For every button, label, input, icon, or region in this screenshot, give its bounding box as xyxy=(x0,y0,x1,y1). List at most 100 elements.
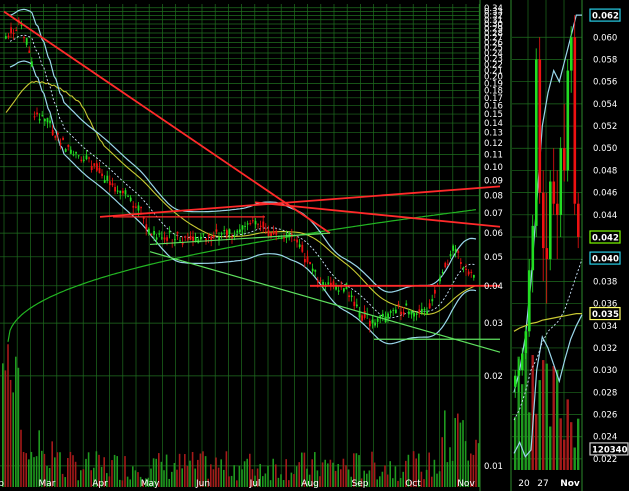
volume-bar xyxy=(82,469,85,487)
volume-bar xyxy=(524,353,527,470)
volume-bar xyxy=(381,471,384,487)
candle-body xyxy=(467,271,470,275)
y-tick-label: 0.09 xyxy=(484,176,503,186)
x-tick-label: Apr xyxy=(92,479,108,489)
volume-bar xyxy=(269,480,272,487)
volume-bar xyxy=(563,439,566,470)
y-tick-label: 0.13 xyxy=(484,129,503,139)
candle-body xyxy=(389,311,392,313)
candle-body xyxy=(158,233,161,235)
volume-bar xyxy=(277,477,280,487)
candle-body xyxy=(179,240,181,242)
volume-bar xyxy=(4,370,7,487)
y-tick-label: 0.044 xyxy=(593,211,617,221)
volume-bar xyxy=(223,469,225,487)
candle-body xyxy=(44,118,46,122)
candle-body xyxy=(317,280,319,283)
candle-body xyxy=(77,155,80,157)
volume-bar xyxy=(191,451,194,487)
volume-bar xyxy=(74,461,77,487)
candle-body xyxy=(129,197,132,202)
candle-body xyxy=(187,238,189,240)
candle-body xyxy=(395,309,397,314)
candle-body xyxy=(41,115,44,117)
candle-body xyxy=(119,190,122,194)
candle-body xyxy=(473,274,475,278)
candle-body xyxy=(535,59,538,226)
y-tick-label: 0.10 xyxy=(484,163,503,173)
candle-body xyxy=(426,311,428,314)
volume-bar xyxy=(462,420,464,487)
volume-bar xyxy=(165,454,168,487)
x-tick-label: Nov xyxy=(457,479,475,489)
candle-body xyxy=(272,231,275,235)
volume-bar xyxy=(210,464,212,487)
candle-body xyxy=(90,165,93,171)
candle-body xyxy=(283,237,285,239)
candle-body xyxy=(28,50,31,53)
y-tick-label: 0.030 xyxy=(593,366,617,376)
candle-body xyxy=(298,244,301,248)
candle-body xyxy=(223,229,226,231)
candle-body xyxy=(457,251,460,253)
candle-body xyxy=(408,311,410,315)
volume-bar xyxy=(295,466,298,487)
volume-bar xyxy=(267,465,269,487)
volume-bar xyxy=(30,451,33,487)
y-tick-label: 0.038 xyxy=(593,277,617,287)
candle-body xyxy=(122,190,124,194)
candle-body xyxy=(280,237,283,239)
candle-body xyxy=(402,312,405,315)
candle-body xyxy=(93,163,96,166)
volume-bar xyxy=(186,466,189,487)
candle-body xyxy=(566,70,570,171)
candle-body xyxy=(166,237,168,241)
candle-body xyxy=(64,149,67,152)
volume-bar xyxy=(298,462,300,487)
volume-bar xyxy=(293,474,295,487)
candle-body xyxy=(421,308,423,313)
volume-bar xyxy=(397,480,399,487)
volume-bar xyxy=(342,458,345,487)
candle-body xyxy=(202,233,205,235)
volume-bar xyxy=(573,447,576,470)
volume-bar xyxy=(212,469,215,487)
volume-bar xyxy=(425,469,428,487)
candle-body xyxy=(116,190,119,192)
volume-bar xyxy=(290,472,293,487)
volume-bar xyxy=(340,469,342,487)
candle-body xyxy=(434,289,436,294)
y-tick-label: 0.028 xyxy=(593,388,617,398)
volume-bar xyxy=(386,474,389,487)
candle-body xyxy=(363,311,366,318)
volume-bar xyxy=(542,360,545,470)
volume-bar xyxy=(178,453,181,487)
volume-bar xyxy=(233,465,235,487)
volume-bar xyxy=(184,454,186,487)
candle-body xyxy=(12,33,15,35)
candle-body xyxy=(46,117,49,123)
candle-body xyxy=(7,35,10,38)
candle-body xyxy=(54,135,57,138)
volume-bar xyxy=(285,459,287,487)
volume-bar xyxy=(402,471,404,487)
candle-body xyxy=(233,234,236,236)
volume-bar xyxy=(371,451,373,487)
candle-body xyxy=(213,235,215,238)
volume-bar xyxy=(288,480,290,487)
candle-body xyxy=(49,120,51,124)
candle-body xyxy=(542,192,545,249)
volume-bar xyxy=(444,410,446,487)
volume-bar xyxy=(220,459,222,487)
candle-body xyxy=(33,116,36,118)
volume-bar xyxy=(441,437,443,487)
volume-bar xyxy=(384,465,386,487)
candle-body xyxy=(392,309,395,311)
candle-body xyxy=(369,320,371,327)
candle-body xyxy=(423,308,426,311)
volume-bar xyxy=(189,460,191,487)
value-tag-label: 0.035 xyxy=(592,310,619,320)
volume-bar xyxy=(80,470,82,487)
y-tick-label: 0.02 xyxy=(484,372,503,382)
volume-bar xyxy=(545,363,548,470)
